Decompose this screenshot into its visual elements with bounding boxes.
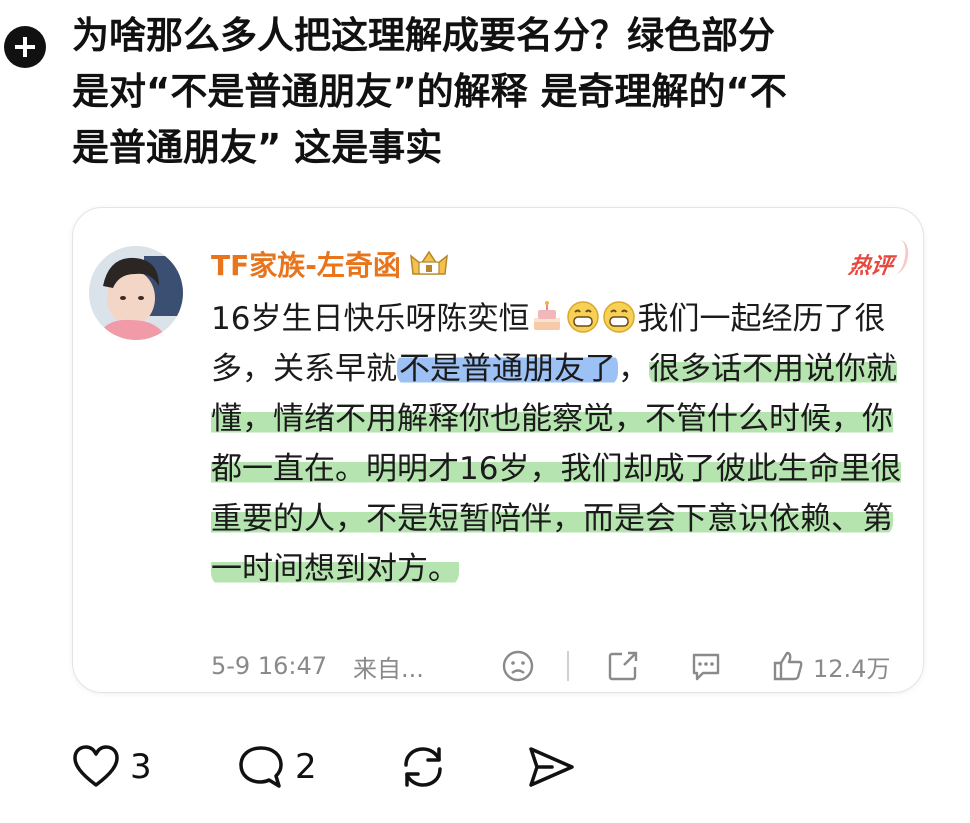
- comment-source[interactable]: 来自...: [353, 649, 424, 684]
- repost-button[interactable]: [398, 738, 448, 796]
- send-icon: [529, 747, 574, 787]
- post-action-bar: 3 2: [72, 738, 672, 796]
- quoted-comment-card[interactable]: TF家族-左奇函 热评 16岁生日快乐呀陈奕恒 我们一起经历了很多，关系早就不是…: [72, 207, 924, 693]
- grin-emoji-icon: [603, 301, 636, 333]
- like-count: 3: [130, 747, 152, 787]
- comment-icon: [692, 653, 720, 681]
- comment-count: 2: [295, 747, 317, 787]
- heart-icon: [73, 745, 119, 787]
- username[interactable]: TF家族-左奇函: [211, 244, 449, 284]
- comment-bubble-icon: [239, 746, 283, 788]
- reply-button[interactable]: [689, 649, 723, 683]
- share-button[interactable]: [606, 649, 640, 683]
- hot-comment-badge: 热评: [847, 248, 896, 280]
- blue-highlight: 不是普通朋友了: [397, 351, 618, 387]
- divider: [567, 651, 569, 681]
- repost-icon: [404, 747, 442, 787]
- plus-icon: [15, 37, 35, 57]
- post-text: 为啥那么多人把这理解成要名分？绿色部分 是对“不是普通朋友”的解释 是奇理解的“…: [72, 14, 787, 169]
- share-icon: [608, 651, 638, 681]
- comment-time: 5-9 16:47: [211, 652, 327, 680]
- comment-button[interactable]: 2: [237, 738, 317, 796]
- comment-text: 16岁生日快乐呀陈奕恒 我们一起经历了很多，关系早就不是普通朋友了，很多话不用说…: [211, 301, 902, 587]
- green-highlight: 一时间想到对方。: [211, 551, 459, 587]
- like-count: 12.4万: [813, 654, 891, 683]
- birthday-cake-icon: [534, 301, 561, 330]
- follow-button[interactable]: [4, 26, 46, 68]
- grin-emoji-icon: [567, 301, 600, 333]
- dislike-button[interactable]: [501, 649, 535, 683]
- thumbs-up-icon: [773, 651, 803, 681]
- send-button[interactable]: [526, 738, 576, 796]
- like-button[interactable]: 12.4万: [771, 649, 890, 684]
- sad-face-icon: [502, 650, 534, 682]
- comment-footer: 5-9 16:47 来自... 12.4万: [211, 646, 911, 686]
- like-button[interactable]: 3: [72, 738, 152, 796]
- avatar[interactable]: [89, 246, 183, 340]
- crown-badge-icon: [409, 250, 448, 275]
